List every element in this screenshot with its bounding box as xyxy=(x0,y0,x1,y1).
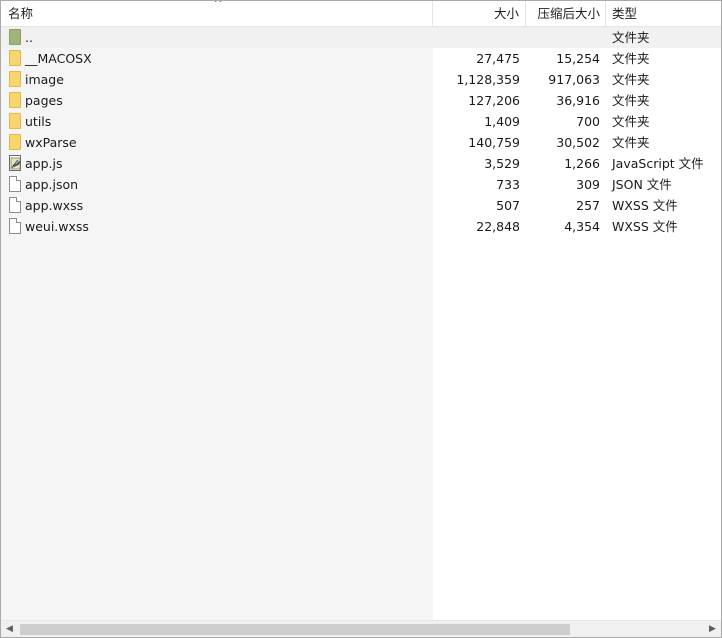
list-item[interactable]: wxParse 140,759 30,502 文件夹 xyxy=(1,132,721,153)
column-header-type[interactable]: 类型 xyxy=(606,1,721,27)
file-type: 文件夹 xyxy=(612,72,650,87)
file-size: 27,475 xyxy=(476,51,520,66)
file-name: wxParse xyxy=(25,135,77,150)
file-name: __MACOSX xyxy=(25,51,92,66)
list-item[interactable]: app.js 3,529 1,266 JavaScript 文件 xyxy=(1,153,721,174)
horizontal-scrollbar[interactable]: ◀ ▶ xyxy=(1,620,721,637)
list-item[interactable]: __MACOSX 27,475 15,254 文件夹 xyxy=(1,48,721,69)
file-packed-size: 1,266 xyxy=(564,156,600,171)
file-packed-size: 36,916 xyxy=(556,93,600,108)
file-type: 文件夹 xyxy=(612,51,650,66)
list-item[interactable]: weui.wxss 22,848 4,354 WXSS 文件 xyxy=(1,216,721,237)
column-header-row: 名称 ^ 大小 压缩后大小 类型 xyxy=(1,1,721,27)
file-size: 1,128,359 xyxy=(456,72,520,87)
file-size xyxy=(433,27,526,48)
file-type: 文件夹 xyxy=(612,135,650,150)
file-type: 文件夹 xyxy=(612,114,650,129)
file-packed-size: 4,354 xyxy=(564,219,600,234)
file-packed-size: 30,502 xyxy=(556,135,600,150)
file-name: .. xyxy=(25,30,33,45)
file-packed-size: 309 xyxy=(576,177,600,192)
scroll-left-icon[interactable]: ◀ xyxy=(1,621,18,637)
file-packed-size xyxy=(526,27,606,48)
list-item-parent-directory[interactable]: .. 文件夹 xyxy=(1,27,721,48)
file-name: weui.wxss xyxy=(25,219,89,234)
scroll-right-icon[interactable]: ▶ xyxy=(704,621,721,637)
file-name: image xyxy=(25,72,64,87)
file-name: app.wxss xyxy=(25,198,84,213)
column-header-packed-size[interactable]: 压缩后大小 xyxy=(526,1,606,27)
file-packed-size: 257 xyxy=(576,198,600,213)
file-size: 22,848 xyxy=(476,219,520,234)
file-size: 3,529 xyxy=(484,156,520,171)
file-list-window: 名称 ^ 大小 压缩后大小 类型 .. 文件夹 __MACOSX 27,475 … xyxy=(0,0,722,638)
file-type: 文件夹 xyxy=(612,93,650,108)
list-item[interactable]: pages 127,206 36,916 文件夹 xyxy=(1,90,721,111)
file-packed-size: 700 xyxy=(576,114,600,129)
file-type: JavaScript 文件 xyxy=(612,156,704,171)
list-item[interactable]: utils 1,409 700 文件夹 xyxy=(1,111,721,132)
list-item[interactable]: image 1,128,359 917,063 文件夹 xyxy=(1,69,721,90)
file-type: JSON 文件 xyxy=(612,177,672,192)
file-name: app.json xyxy=(25,177,79,192)
column-header-type-label: 类型 xyxy=(612,6,638,21)
file-packed-size: 917,063 xyxy=(548,72,600,87)
list-item[interactable]: app.wxss 507 257 WXSS 文件 xyxy=(1,195,721,216)
sort-ascending-icon: ^ xyxy=(213,0,223,10)
file-list: .. 文件夹 __MACOSX 27,475 15,254 文件夹 image … xyxy=(1,27,721,237)
column-header-name-label: 名称 xyxy=(8,6,34,21)
file-type: WXSS 文件 xyxy=(612,198,678,213)
file-packed-size: 15,254 xyxy=(556,51,600,66)
file-type: WXSS 文件 xyxy=(612,219,678,234)
column-header-size-label: 大小 xyxy=(493,6,519,21)
file-size: 127,206 xyxy=(468,93,520,108)
file-name: utils xyxy=(25,114,52,129)
file-size: 140,759 xyxy=(468,135,520,150)
column-header-size[interactable]: 大小 xyxy=(433,1,526,27)
file-type: 文件夹 xyxy=(612,30,650,45)
file-size: 507 xyxy=(496,198,520,213)
file-size: 733 xyxy=(496,177,520,192)
scrollbar-thumb[interactable] xyxy=(20,624,570,635)
file-size: 1,409 xyxy=(484,114,520,129)
file-name: app.js xyxy=(25,156,63,171)
list-item[interactable]: app.json 733 309 JSON 文件 xyxy=(1,174,721,195)
column-header-packed-size-label: 压缩后大小 xyxy=(537,6,600,21)
file-name: pages xyxy=(25,93,63,108)
